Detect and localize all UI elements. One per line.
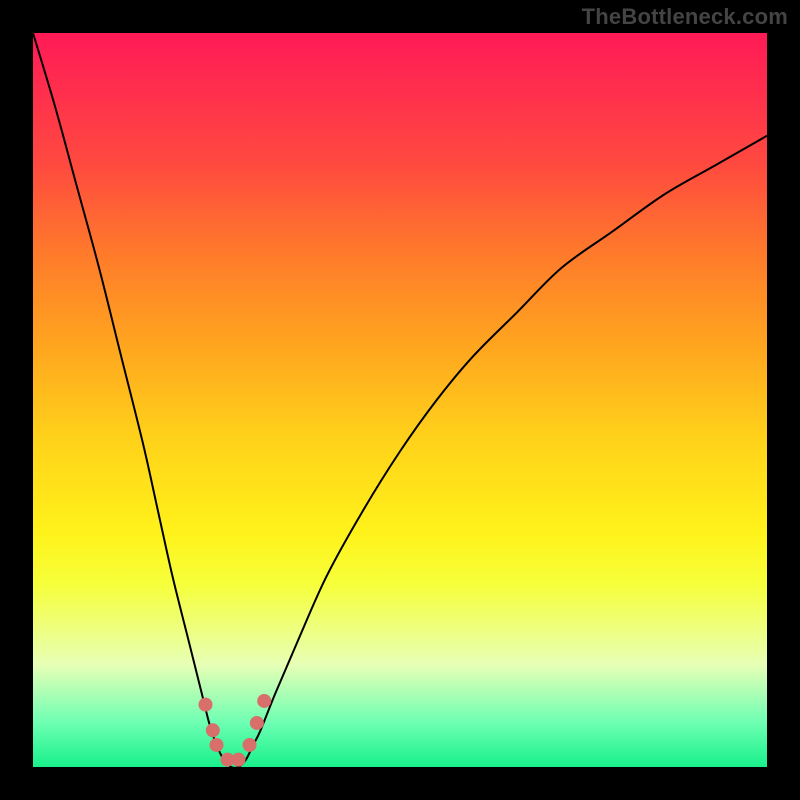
bottleneck-curve [33,33,767,768]
dip-marker [257,694,271,708]
dip-marker [243,738,257,752]
outer-frame: TheBottleneck.com [0,0,800,800]
dip-marker [198,698,212,712]
watermark-text: TheBottleneck.com [582,4,788,30]
plot-area [33,33,767,767]
dip-marker [210,738,224,752]
dip-marker [250,716,264,730]
chart-svg [33,33,767,767]
dip-marker [206,723,220,737]
dip-marker [232,753,246,767]
